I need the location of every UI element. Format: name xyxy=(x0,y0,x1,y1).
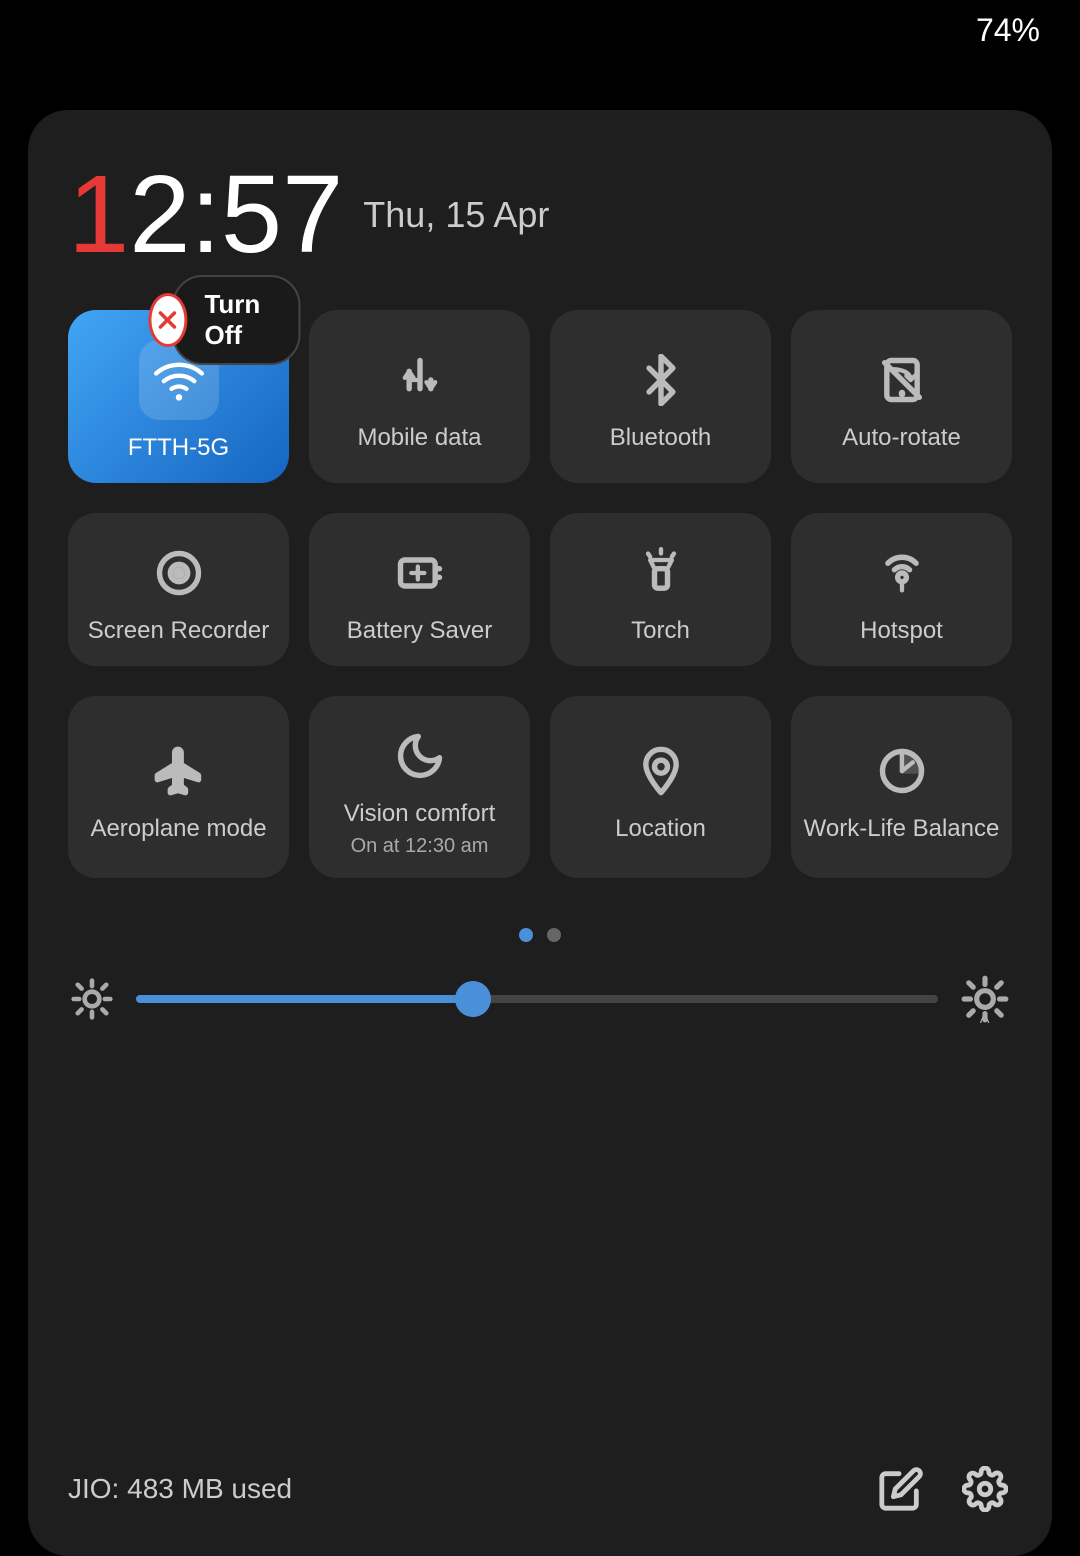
brightness-thumb[interactable] xyxy=(455,981,491,1017)
pagination-dot-1[interactable] xyxy=(519,928,533,942)
tile-torch[interactable]: Torch xyxy=(550,513,771,666)
tiles-row2: Screen Recorder Battery Saver xyxy=(68,513,1012,666)
vision-comfort-icon xyxy=(390,726,450,786)
work-life-icon xyxy=(872,741,932,801)
pagination-dot-2[interactable] xyxy=(547,928,561,942)
tile-screen-recorder[interactable]: Screen Recorder xyxy=(68,513,289,666)
tiles-row3: Aeroplane mode Vision comfort On at 12:3… xyxy=(68,696,1012,879)
brightness-slider[interactable] xyxy=(136,995,938,1003)
tile-mobile-data[interactable]: Mobile data xyxy=(309,310,530,483)
tile-wifi-label: FTTH-5G xyxy=(128,434,229,463)
tile-mobile-data-label: Mobile data xyxy=(357,424,481,453)
battery-saver-icon xyxy=(390,543,450,603)
brightness-row: A xyxy=(68,972,1012,1026)
tiles-row1: Turn Off FTTH-5G xyxy=(68,310,1012,483)
aeroplane-icon xyxy=(149,741,209,801)
tile-wifi[interactable]: Turn Off FTTH-5G xyxy=(68,310,289,483)
turn-off-label: Turn Off xyxy=(172,275,300,365)
tile-vision-comfort-label: Vision comfort xyxy=(344,800,496,829)
tile-vision-comfort[interactable]: Vision comfort On at 12:30 am xyxy=(309,696,530,879)
data-usage-text: JIO: 483 MB used xyxy=(68,1473,292,1505)
footer-icons xyxy=(874,1462,1012,1516)
tile-work-life-label: Work-Life Balance xyxy=(804,815,1000,844)
tile-auto-rotate[interactable]: Auto-rotate xyxy=(791,310,1012,483)
tile-work-life[interactable]: Work-Life Balance xyxy=(791,696,1012,879)
tile-location[interactable]: Location xyxy=(550,696,771,879)
bluetooth-icon xyxy=(631,350,691,410)
quick-settings-panel: 12:57 Thu, 15 Apr Turn Off xyxy=(28,110,1052,1556)
tile-torch-label: Torch xyxy=(631,617,690,646)
settings-button[interactable] xyxy=(958,1462,1012,1516)
tile-battery-saver-label: Battery Saver xyxy=(347,617,492,646)
hotspot-icon xyxy=(872,543,932,603)
tile-location-label: Location xyxy=(615,815,706,844)
screen-recorder-icon xyxy=(149,543,209,603)
location-icon xyxy=(631,741,691,801)
tile-screen-recorder-label: Screen Recorder xyxy=(88,617,269,646)
tile-hotspot[interactable]: Hotspot xyxy=(791,513,1012,666)
tile-hotspot-label: Hotspot xyxy=(860,617,943,646)
brightness-fill xyxy=(136,995,473,1003)
battery-percentage: 74% xyxy=(976,12,1040,49)
tile-bluetooth-label: Bluetooth xyxy=(610,424,711,453)
tile-auto-rotate-label: Auto-rotate xyxy=(842,424,961,453)
time-section: 12:57 Thu, 15 Apr xyxy=(68,160,1012,270)
time-rest: 2:57 xyxy=(129,153,343,276)
edit-button[interactable] xyxy=(874,1462,928,1516)
auto-rotate-icon xyxy=(872,350,932,410)
time-hour1: 1 xyxy=(68,153,129,276)
torch-icon xyxy=(631,543,691,603)
tile-bluetooth[interactable]: Bluetooth xyxy=(550,310,771,483)
mobile-data-icon xyxy=(390,350,450,410)
tile-battery-saver[interactable]: Battery Saver xyxy=(309,513,530,666)
brightness-low-icon xyxy=(68,975,116,1023)
brightness-auto-icon: A xyxy=(958,972,1012,1026)
date-display: Thu, 15 Apr xyxy=(363,194,549,236)
svg-text:A: A xyxy=(980,1011,990,1024)
time-display: 12:57 xyxy=(68,160,343,270)
footer-row: JIO: 483 MB used xyxy=(68,1462,1012,1516)
pagination-dots xyxy=(68,928,1012,942)
turn-off-x-icon xyxy=(148,293,188,347)
tile-vision-comfort-sublabel: On at 12:30 am xyxy=(351,834,489,858)
tile-aeroplane-label: Aeroplane mode xyxy=(90,815,266,844)
status-bar: 74% xyxy=(0,0,1080,60)
tile-aeroplane[interactable]: Aeroplane mode xyxy=(68,696,289,879)
turn-off-tooltip: Turn Off xyxy=(148,275,301,365)
